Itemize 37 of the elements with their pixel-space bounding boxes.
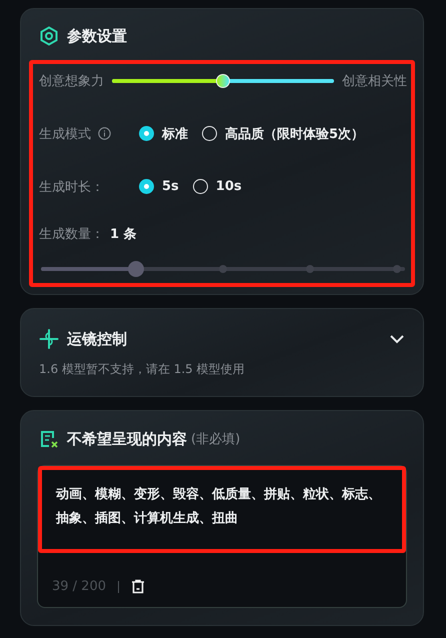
option-label: 标准 xyxy=(162,126,188,142)
quantity-value: 1 条 xyxy=(110,226,137,242)
card-note: 1.6 模型暂不支持，请在 1.5 模型使用 xyxy=(38,361,246,378)
slider-step xyxy=(219,265,227,273)
slider-thumb[interactable] xyxy=(216,74,230,88)
slider-step xyxy=(393,265,401,273)
field-label: 生成时长： xyxy=(39,178,104,196)
slider-label: 创意相关性 xyxy=(342,73,407,90)
option-label: 高品质（限时体验5次） xyxy=(225,126,364,142)
slider-step xyxy=(306,265,314,273)
optional-hint: (非必填) xyxy=(191,431,240,448)
crosshair-icon xyxy=(39,329,59,349)
radio-button[interactable] xyxy=(139,179,154,194)
card-title: 运镜控制 xyxy=(67,330,127,348)
card-title: 不希望呈现的内容 xyxy=(67,430,187,448)
field-label: 生成模式 xyxy=(39,126,91,142)
quantity-slider[interactable] xyxy=(41,261,405,277)
radio-option[interactable]: 高品质（限时体验5次） xyxy=(202,124,364,142)
slider-label: 创意想象力 xyxy=(39,73,104,90)
document-x-icon xyxy=(39,429,59,449)
card-title: 参数设置 xyxy=(67,26,127,46)
slider-thumb[interactable] xyxy=(128,261,144,277)
character-counter: 39 / 200 xyxy=(52,579,106,594)
radio-button[interactable] xyxy=(139,126,154,141)
option-label: 5s xyxy=(162,179,179,194)
hexagon-icon xyxy=(39,26,59,46)
input-field[interactable]: 动画、模糊、变形、毁容、低质量、拼贴、粒状、标志、抽象、插图、计算机生成、扭曲 39 / 200 xyxy=(37,465,407,608)
field-label: 生成数量： xyxy=(39,226,104,242)
radio-option[interactable]: 10s xyxy=(192,179,242,194)
option-label: 10s xyxy=(216,179,242,194)
radio-option[interactable]: 5s xyxy=(139,179,179,194)
field-text: 动画、模糊、变形、毁容、低质量、拼贴、粒状、标志、抽象、插图、计算机生成、扭曲 xyxy=(56,486,382,528)
chevron-down-icon[interactable] xyxy=(389,334,405,344)
trash-icon[interactable] xyxy=(131,579,145,594)
info-icon[interactable] xyxy=(98,127,111,140)
creativity-slider[interactable] xyxy=(112,74,334,88)
radio-option[interactable]: 标准 xyxy=(139,124,188,142)
